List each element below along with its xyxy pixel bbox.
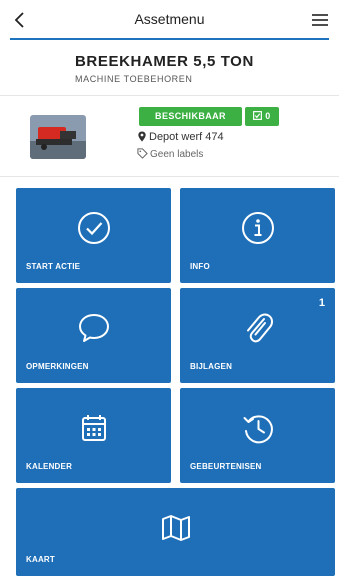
gebeurtenissen-tile[interactable]: GEBEURTENISEN (180, 388, 335, 483)
asset-header: BREEKHAMER 5,5 TON MACHINE TOEBEHOREN (0, 40, 339, 96)
bijlagen-label: BIJLAGEN (190, 362, 233, 371)
app-header: Assetmenu (0, 0, 339, 40)
start-action-label: START ACTIE (26, 262, 81, 271)
checklist-count: 0 (265, 111, 271, 121)
bijlagen-count: 1 (318, 297, 325, 309)
kalender-tile[interactable]: KALENDER (16, 388, 171, 483)
tag-icon (137, 148, 148, 159)
asset-name: BREEKHAMER 5,5 TON (75, 53, 254, 70)
asset-labels[interactable]: Geen labels (137, 148, 203, 160)
asset-location: Depot werf 474 (137, 131, 224, 143)
calendar-icon (81, 415, 106, 441)
opmerkingen-tile[interactable]: OPMERKINGEN (16, 288, 171, 383)
bijlagen-tile[interactable]: 1 BIJLAGEN (180, 288, 335, 383)
kaart-tile[interactable]: KAART (16, 488, 335, 576)
info-tile[interactable]: INFO (180, 188, 335, 283)
comment-icon (78, 314, 109, 342)
opmerkingen-label: OPMERKINGEN (26, 362, 89, 371)
asset-category: MACHINE TOEBEHOREN (75, 74, 193, 84)
start-action-tile[interactable]: START ACTIE (16, 188, 171, 283)
asset-info-panel: BESCHIKBAAR 0 Depot werf 474 Geen labels (0, 97, 339, 177)
asset-thumbnail[interactable] (30, 115, 86, 159)
check-circle-icon (77, 212, 110, 244)
menu-icon (312, 14, 328, 26)
history-icon (243, 415, 273, 444)
map-marker-icon (138, 131, 146, 142)
info-label: INFO (190, 262, 210, 271)
location-text: Depot werf 474 (149, 131, 224, 143)
checkbox-icon (253, 111, 263, 120)
gebeurtenissen-label: GEBEURTENISEN (190, 462, 262, 471)
kaart-label: KAART (26, 555, 55, 564)
menu-button[interactable] (307, 7, 333, 33)
labels-text: Geen labels (150, 149, 204, 160)
status-badge: BESCHIKBAAR (139, 107, 242, 126)
paperclip-icon (246, 313, 273, 343)
kalender-label: KALENDER (26, 462, 73, 471)
page-title: Assetmenu (134, 11, 205, 27)
checklist-badge: 0 (245, 107, 279, 126)
map-icon (161, 515, 190, 541)
info-icon (241, 212, 274, 244)
